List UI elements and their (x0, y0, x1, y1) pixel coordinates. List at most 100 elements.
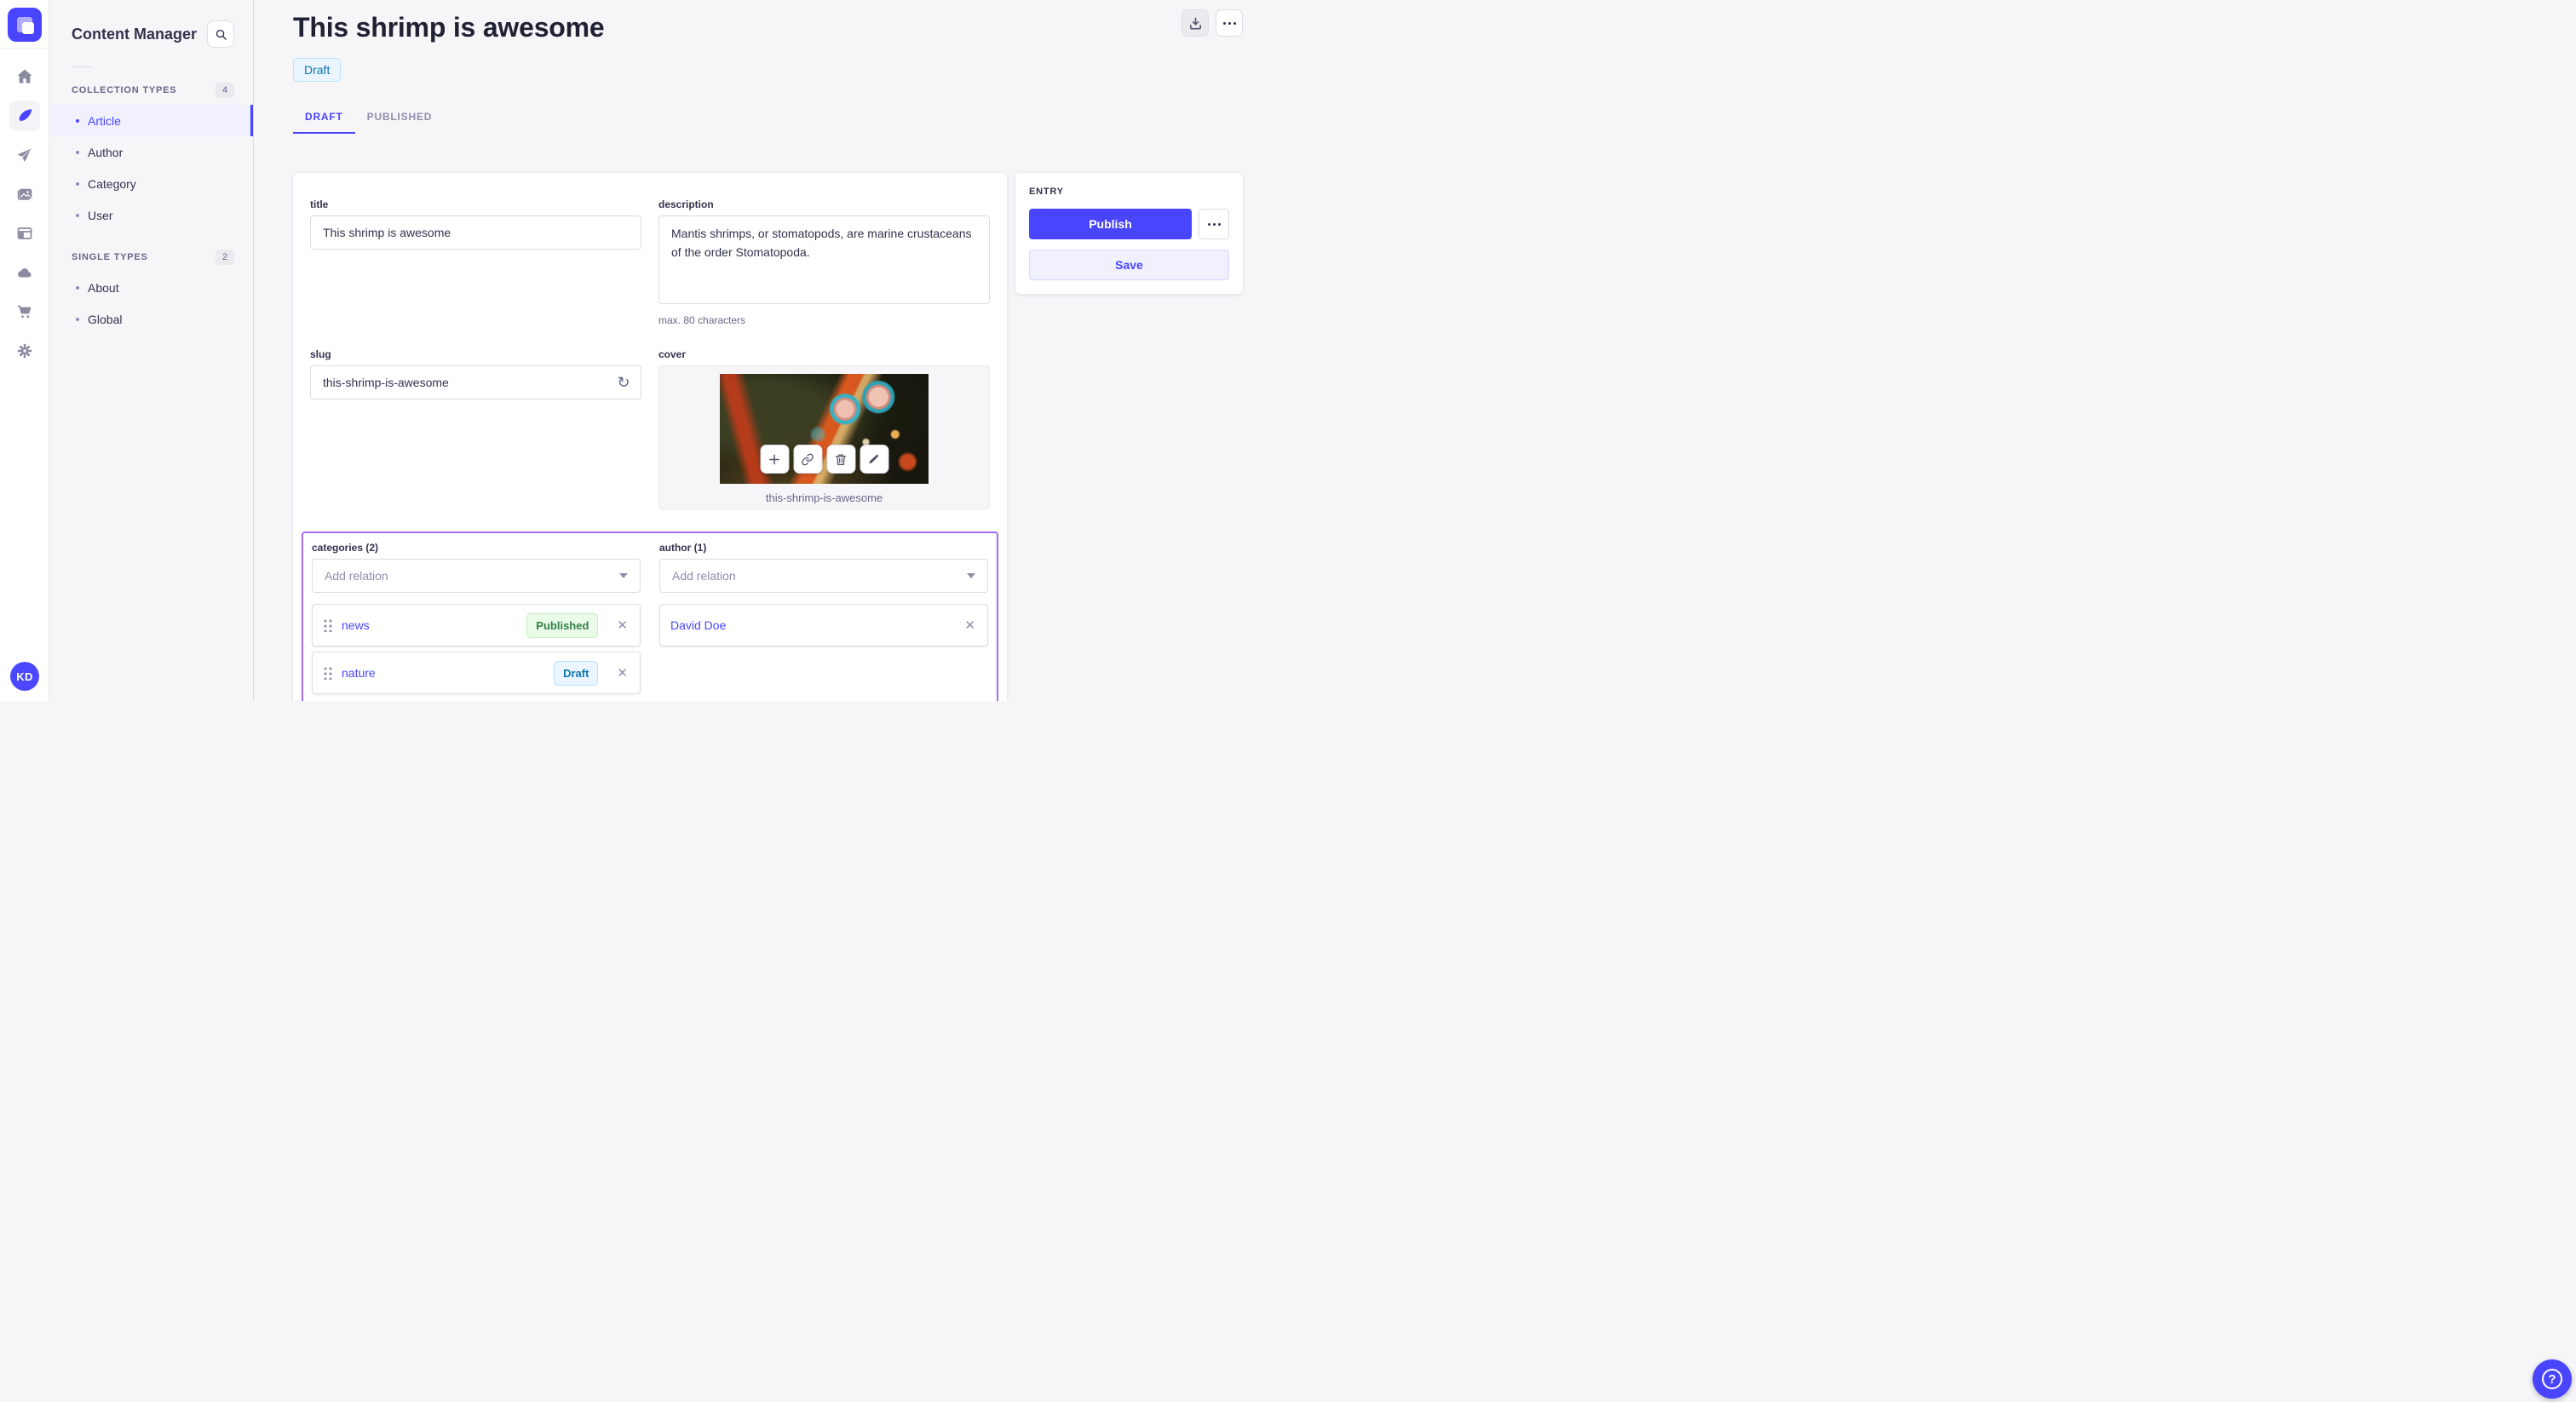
content-row: title description Mantis shrimps, or sto… (293, 173, 1243, 701)
relation-link[interactable]: nature (342, 666, 545, 680)
relation-link[interactable]: David Doe (670, 618, 946, 632)
remove-relation-icon[interactable]: ✕ (615, 616, 630, 635)
categories-label: categories (2) (312, 542, 379, 554)
categories-field: categories (2) Add relation news Publish… (312, 542, 641, 694)
home-icon[interactable] (9, 61, 40, 92)
marketplace-cart-icon[interactable] (9, 296, 40, 327)
sidebar-item-about[interactable]: About (49, 272, 253, 303)
cover-caption: this-shrimp-is-awesome (765, 491, 883, 504)
sidebar-item-category[interactable]: Category (49, 168, 253, 199)
publish-button[interactable]: Publish (1029, 209, 1192, 239)
search-icon (216, 29, 227, 40)
title-input[interactable] (310, 215, 641, 250)
avatar[interactable]: KD (10, 662, 39, 691)
subnav-title: Content Manager (72, 25, 198, 43)
version-tabs: DRAFT PUBLISHED (293, 104, 1243, 134)
collection-types-label: COLLECTION TYPES (72, 85, 177, 95)
bullet-icon (76, 213, 79, 217)
categories-add-relation-combobox[interactable]: Add relation (312, 559, 641, 593)
collection-types-count: 4 (216, 83, 234, 98)
remove-relation-icon[interactable]: ✕ (615, 664, 630, 682)
delete-asset-button[interactable] (826, 445, 855, 474)
title-field: title (310, 198, 641, 326)
download-icon (1189, 17, 1201, 29)
release-plane-icon[interactable] (9, 140, 40, 170)
cover-label: cover (658, 348, 687, 360)
sidebar-item-article[interactable]: Article (49, 105, 253, 136)
author-field: author (1) Add relation David Doe ✕ (659, 542, 988, 694)
description-textarea[interactable]: Mantis shrimps, or stomatopods, are mari… (658, 215, 990, 304)
link-icon (802, 453, 814, 465)
strapi-app: KD Content Manager COLLECTION TYPES 4 Ar… (0, 0, 1288, 701)
page-more-button[interactable] (1216, 9, 1243, 37)
save-button[interactable]: Save (1029, 250, 1229, 280)
title-label: title (310, 198, 329, 210)
content-manager-sidebar: Content Manager COLLECTION TYPES 4 Artic… (49, 0, 254, 701)
sidebar-item-author[interactable]: Author (49, 136, 253, 168)
relations-section: categories (2) Add relation news Publish… (302, 531, 998, 701)
bullet-icon (76, 285, 79, 290)
content-type-builder-icon[interactable] (9, 218, 40, 249)
edit-asset-button[interactable] (860, 445, 888, 474)
chevron-down-icon (967, 573, 975, 578)
drag-handle-icon[interactable] (323, 618, 333, 632)
entry-more-button[interactable] (1199, 209, 1229, 239)
bullet-icon (76, 317, 79, 321)
sidebar-item-user[interactable]: User (49, 199, 253, 231)
entry-form-card: title description Mantis shrimps, or sto… (293, 173, 1007, 701)
combobox-placeholder: Add relation (325, 569, 388, 583)
sidebar-item-label: Global (88, 312, 123, 326)
trash-icon (835, 453, 847, 465)
chevron-down-icon (619, 573, 628, 578)
cover-actions (760, 445, 888, 474)
strapi-logo[interactable] (0, 0, 49, 49)
sidebar-item-label: User (88, 208, 113, 222)
collection-types-header: COLLECTION TYPES 4 (49, 83, 253, 98)
ellipsis-icon (1222, 21, 1236, 25)
cloud-icon[interactable] (9, 257, 40, 288)
single-types-label: SINGLE TYPES (72, 252, 148, 262)
top-actions (1182, 9, 1243, 37)
settings-gear-icon[interactable] (9, 336, 40, 366)
entry-panel: ENTRY Publish Save (1015, 173, 1243, 294)
export-download-button[interactable] (1182, 9, 1209, 37)
single-types-header: SINGLE TYPES 2 (49, 250, 253, 265)
bullet-icon (76, 118, 79, 123)
sidebar-item-global[interactable]: Global (49, 303, 253, 335)
rail-icon-nav (9, 61, 40, 366)
entry-panel-title: ENTRY (1029, 187, 1064, 197)
main-nav-rail: KD (0, 0, 49, 701)
tab-draft[interactable]: DRAFT (293, 104, 355, 134)
regenerate-slug-icon[interactable]: ↻ (612, 371, 635, 394)
slug-input[interactable] (310, 365, 641, 399)
draft-status-badge: Draft (554, 660, 599, 686)
sidebar-item-label: Category (88, 176, 136, 191)
add-asset-button[interactable] (760, 445, 789, 474)
content-manager-icon[interactable] (9, 101, 40, 131)
strapi-logo-mark (7, 7, 42, 42)
bullet-icon (76, 150, 79, 154)
subnav-divider (72, 66, 92, 67)
media-library-icon[interactable] (9, 179, 40, 210)
published-status-badge: Published (526, 612, 599, 638)
copy-link-button[interactable] (793, 445, 822, 474)
remove-relation-icon[interactable]: ✕ (963, 616, 977, 635)
combobox-placeholder: Add relation (672, 569, 736, 583)
slug-field: slug ↻ (310, 348, 641, 509)
ellipsis-icon (1207, 222, 1221, 226)
drag-handle-icon[interactable] (323, 666, 333, 680)
search-button[interactable] (207, 20, 234, 48)
pencil-icon (869, 454, 879, 463)
cover-asset-card: this-shrimp-is-awesome (658, 365, 990, 509)
relation-item-news: news Published ✕ (312, 604, 641, 646)
tab-published[interactable]: PUBLISHED (355, 104, 445, 134)
question-mark-icon: ? (2542, 1369, 2562, 1389)
help-button[interactable]: ? (2533, 1359, 2572, 1399)
bullet-icon (76, 181, 79, 186)
plus-icon (769, 454, 779, 464)
slug-label: slug (310, 348, 331, 360)
sidebar-item-label: About (88, 280, 119, 295)
description-field: description Mantis shrimps, or stomatopo… (658, 198, 990, 326)
author-add-relation-combobox[interactable]: Add relation (659, 559, 988, 593)
relation-link[interactable]: news (342, 618, 518, 632)
